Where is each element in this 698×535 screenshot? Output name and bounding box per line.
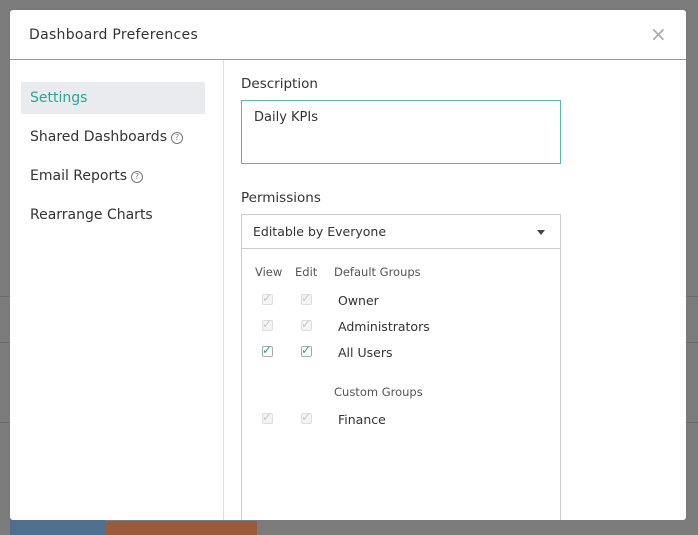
administrators-view-checkbox: ✓ — [262, 317, 273, 331]
sidebar-item-settings[interactable]: Settings — [21, 82, 205, 114]
finance-view-checkbox: ✓ — [262, 410, 273, 424]
close-icon[interactable]: × — [650, 24, 667, 44]
group-name: Owner — [338, 293, 379, 308]
sidebar-item-rearrange-charts[interactable]: Rearrange Charts — [21, 199, 205, 231]
group-name: Administrators — [338, 319, 430, 334]
permissions-dropdown[interactable]: Editable by Everyone — [241, 214, 561, 249]
checkmark-icon: ✓ — [262, 410, 273, 424]
view-column-header: View — [255, 265, 283, 279]
sidebar-item-label: Rearrange Charts — [30, 207, 153, 223]
default-groups-heading: Default Groups — [334, 265, 421, 279]
checkmark-icon: ✓ — [301, 317, 312, 331]
group-name: Finance — [338, 412, 386, 427]
chevron-down-icon — [537, 230, 545, 235]
description-label: Description — [241, 76, 318, 92]
administrators-edit-checkbox: ✓ — [301, 317, 312, 331]
sidebar-item-shared-dashboards[interactable]: Shared Dashboards? — [21, 121, 205, 153]
owner-view-checkbox: ✓ — [262, 291, 273, 305]
preferences-sidebar: Settings Shared Dashboards? Email Report… — [10, 60, 224, 520]
sidebar-item-label: Settings — [30, 90, 88, 106]
custom-groups-heading: Custom Groups — [334, 385, 423, 399]
sidebar-item-label: Shared Dashboards — [30, 129, 167, 145]
permissions-group-list: View Edit Default Groups ✓ ✓ Owner ✓ ✓ A… — [241, 248, 561, 520]
checkmark-icon: ✓ — [301, 343, 312, 357]
checkmark-icon: ✓ — [262, 291, 273, 305]
checkmark-icon: ✓ — [262, 343, 273, 357]
edit-column-header: Edit — [295, 265, 318, 279]
background-chart-area — [105, 521, 257, 535]
group-name: All Users — [338, 345, 393, 360]
owner-edit-checkbox: ✓ — [301, 291, 312, 305]
sidebar-item-email-reports[interactable]: Email Reports? — [21, 160, 205, 192]
permissions-label: Permissions — [241, 190, 321, 206]
checkmark-icon: ✓ — [301, 291, 312, 305]
sidebar-item-label: Email Reports — [30, 168, 127, 184]
settings-panel: Description Daily KPIs Permissions Edita… — [241, 60, 681, 520]
all-users-edit-checkbox[interactable]: ✓ — [301, 343, 312, 357]
modal-header: Dashboard Preferences × — [10, 10, 686, 60]
permissions-selected-value: Editable by Everyone — [253, 224, 387, 239]
finance-edit-checkbox: ✓ — [301, 410, 312, 424]
checkmark-icon: ✓ — [301, 410, 312, 424]
description-input[interactable]: Daily KPIs — [241, 100, 561, 164]
checkmark-icon: ✓ — [262, 317, 273, 331]
help-circle-icon[interactable]: ? — [131, 171, 143, 183]
dashboard-preferences-modal: Dashboard Preferences × Settings Shared … — [10, 10, 686, 520]
modal-title: Dashboard Preferences — [29, 27, 199, 43]
help-circle-icon[interactable]: ? — [171, 132, 183, 144]
all-users-view-checkbox[interactable]: ✓ — [262, 343, 273, 357]
